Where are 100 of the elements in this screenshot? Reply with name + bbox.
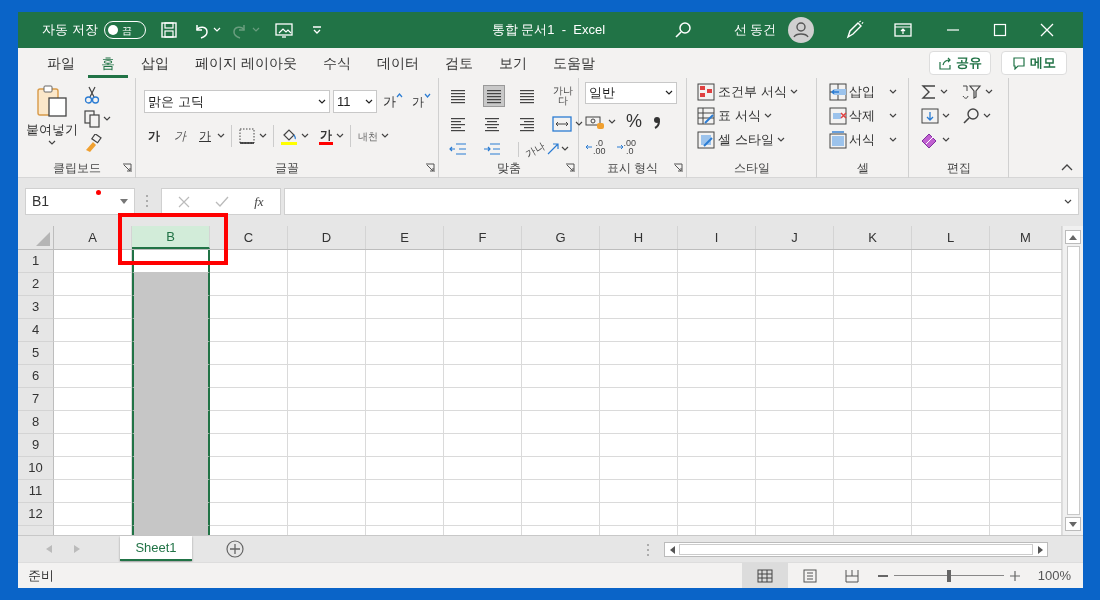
caret-down-icon[interactable]	[424, 92, 431, 99]
caret-icon[interactable]	[365, 98, 373, 105]
caret-icon[interactable]	[942, 113, 950, 119]
caret-icon[interactable]	[665, 90, 673, 96]
caret-icon[interactable]	[889, 113, 897, 119]
find-icon[interactable]	[962, 107, 980, 125]
ribbon-tab[interactable]: 보기	[485, 48, 540, 78]
scroll-up-icon[interactable]	[1069, 234, 1077, 240]
caret-icon[interactable]	[48, 139, 56, 146]
arrow-icon[interactable]	[615, 143, 624, 151]
caret-icon[interactable]	[318, 98, 326, 105]
collapse-ribbon-icon[interactable]	[1061, 163, 1073, 171]
percent-button[interactable]: %	[622, 108, 646, 135]
decrease-indent-icon[interactable]	[449, 141, 467, 157]
eraser-icon[interactable]	[921, 131, 939, 148]
avatar-icon[interactable]	[788, 17, 815, 43]
caret-icon[interactable]	[381, 133, 389, 139]
add-sheet-icon[interactable]	[226, 540, 244, 558]
style-menu-button[interactable]: 표 서식	[697, 106, 798, 126]
drag-handle-icon[interactable]	[145, 194, 149, 208]
row-header[interactable]: 6	[18, 365, 54, 388]
fill-down-icon[interactable]	[921, 108, 939, 124]
scroll-down-icon[interactable]	[1069, 521, 1077, 527]
sort-filter-icon[interactable]	[962, 84, 982, 101]
caret-icon[interactable]	[983, 113, 991, 119]
column-header[interactable]: C	[210, 226, 288, 249]
normal-view-icon[interactable]	[756, 568, 773, 583]
caret-icon[interactable]	[560, 146, 569, 152]
align-middle-icon[interactable]	[485, 87, 504, 105]
comment-icon[interactable]	[1012, 56, 1026, 70]
grid-cell[interactable]	[132, 273, 210, 296]
caret-icon[interactable]	[217, 133, 225, 139]
style-menu-button[interactable]: 조건부 서식	[697, 82, 798, 102]
font-name-dropdown[interactable]: 맑은 고딕	[144, 90, 330, 113]
delete-cells-icon[interactable]	[829, 107, 847, 125]
dialog-launcher-icon[interactable]	[425, 163, 435, 173]
orientation-button[interactable]: 가나	[522, 137, 547, 161]
page-break-view-icon[interactable]	[843, 568, 860, 583]
corner-triangle-icon[interactable]	[36, 232, 50, 246]
zoom-level[interactable]: 100%	[1037, 565, 1071, 586]
ribbon-tab[interactable]: 삽입	[128, 48, 182, 78]
decrease-decimal-button[interactable]: .00 .0	[615, 139, 637, 155]
phonetic-button[interactable]: 내천	[357, 130, 379, 142]
cancel-icon[interactable]	[178, 195, 191, 208]
ribbon-tab[interactable]: 도움말	[539, 48, 608, 78]
column-header[interactable]: I	[678, 226, 756, 249]
column-header[interactable]: L	[912, 226, 990, 249]
align-top-icon[interactable]	[449, 87, 467, 105]
formula-input[interactable]	[284, 188, 1079, 215]
ribbon-tab[interactable]: 수식	[309, 48, 364, 78]
borders-icon[interactable]	[238, 127, 256, 145]
wrap-text-button[interactable]: 가나다	[551, 86, 574, 106]
bold-button[interactable]: 가	[144, 127, 164, 145]
ribbon-tab[interactable]: 파일	[34, 48, 88, 78]
align-bottom-icon[interactable]	[517, 87, 536, 105]
row-header[interactable]: 4	[18, 319, 54, 342]
currency-icon[interactable]	[585, 113, 605, 130]
user-name[interactable]: 선 동건	[733, 20, 777, 40]
caret-icon[interactable]	[940, 89, 948, 96]
share-button[interactable]: 공유	[929, 51, 991, 75]
search-icon[interactable]	[673, 21, 692, 39]
align-right-icon[interactable]	[517, 115, 536, 133]
insert-cells-icon[interactable]	[829, 83, 847, 101]
row-header[interactable]: 2	[18, 273, 54, 296]
column-header[interactable]: E	[366, 226, 444, 249]
scissors-icon[interactable]	[84, 86, 100, 104]
insert-function-button[interactable]: fx	[254, 191, 264, 212]
caret-icon[interactable]	[789, 89, 798, 95]
caret-icon[interactable]	[574, 121, 583, 127]
increase-decimal-button[interactable]: .0 .00	[585, 139, 606, 155]
touch-mode-icon[interactable]	[273, 21, 294, 39]
scroll-left-icon[interactable]	[669, 545, 675, 554]
zoom-slider[interactable]	[893, 569, 1004, 582]
cells-menu-button[interactable]: 서식	[829, 130, 897, 150]
style-menu-button[interactable]: 셀 스타일	[697, 130, 798, 150]
caret-up-icon[interactable]	[396, 91, 403, 98]
caret-icon[interactable]	[985, 89, 993, 96]
maximize-icon[interactable]	[993, 23, 1008, 37]
caret-icon[interactable]	[942, 136, 950, 143]
row-header[interactable]: 7	[18, 388, 54, 411]
grow-font-button[interactable]: 가	[383, 91, 403, 112]
next-sheet-icon[interactable]	[74, 545, 80, 553]
zoom-in-icon[interactable]	[1009, 570, 1020, 581]
font-size-dropdown[interactable]: 11	[333, 90, 377, 113]
format-painter-icon[interactable]	[84, 134, 102, 152]
copy-icon[interactable]	[84, 110, 100, 128]
column-header[interactable]: K	[834, 226, 912, 249]
font-color-button[interactable]: 가	[319, 127, 333, 145]
number-format-dropdown[interactable]: 일반	[585, 82, 677, 104]
row-header[interactable]: 12	[18, 503, 54, 526]
cells-menu-button[interactable]: 삽입	[829, 82, 897, 102]
conditional-format-icon[interactable]	[697, 83, 715, 101]
column-header[interactable]: H	[600, 226, 678, 249]
ribbon-display-icon[interactable]	[894, 23, 913, 37]
customize-caret-icon[interactable]	[311, 25, 322, 35]
scroll-thumb[interactable]	[679, 544, 1033, 555]
row-header[interactable]: 8	[18, 411, 54, 434]
shrink-font-button[interactable]: 가	[412, 92, 431, 111]
align-center-icon[interactable]	[483, 115, 502, 133]
column-header[interactable]: B	[132, 226, 210, 249]
